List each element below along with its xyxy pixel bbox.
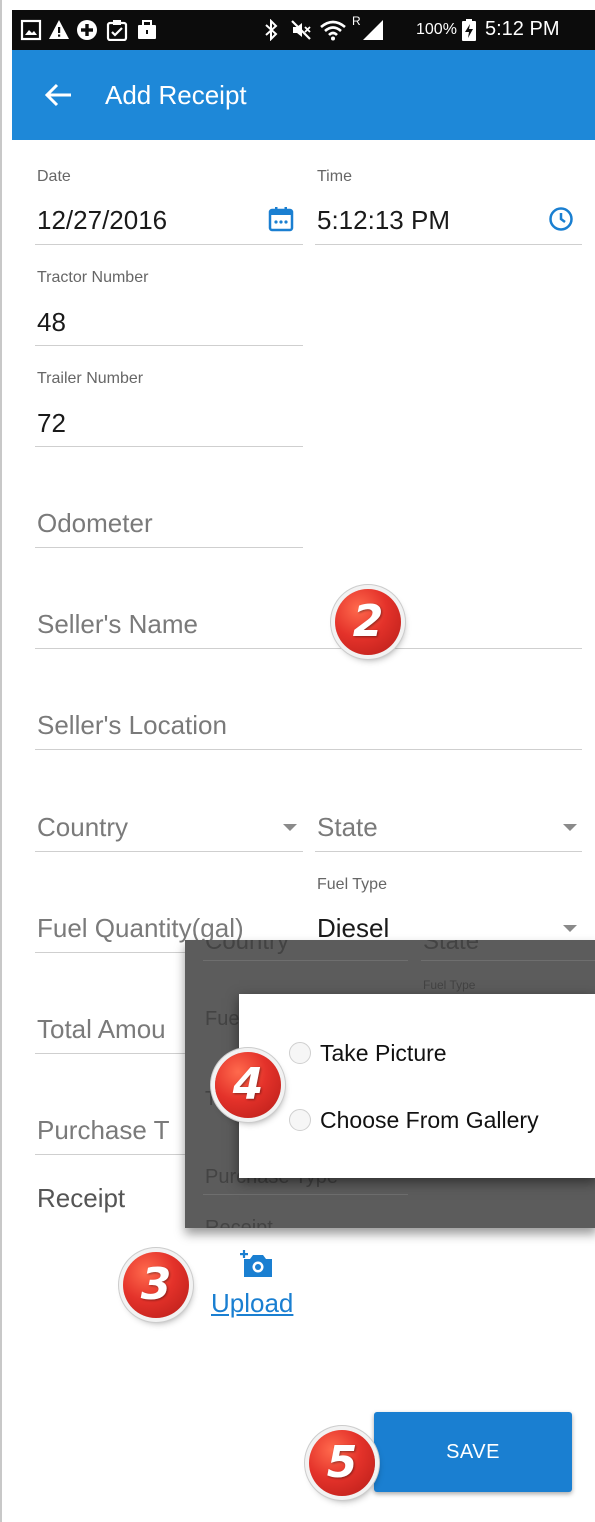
page-title: Add Receipt [105,80,247,110]
overlay-country-line [203,960,408,961]
signal-icon [363,20,383,40]
purchase-type-underline [35,1154,185,1155]
warning-icon [49,20,69,39]
bluetooth-icon [265,19,278,41]
fuel-type-label: Fuel Type [317,876,387,893]
time-field[interactable]: 5:12:13 PM [317,205,450,236]
annotation-badge-5: 5 [309,1430,375,1496]
state-underline [315,851,582,852]
overlay-fuel-text: Fue [205,1008,240,1030]
battery-charging-icon [462,19,476,41]
overlay-state-line [421,960,595,961]
state-select[interactable]: State [317,812,378,843]
country-underline [35,851,303,852]
app-screen: R 100% 5:12 PM Add Receipt Date 12/27/20… [0,0,595,1522]
overlay-fuel-type-text: Fuel Type [423,978,476,992]
time-label: Time [317,168,352,185]
mute-icon [291,20,311,40]
sellers-name-underline [35,648,582,649]
battery-percentage: 100% [416,21,457,38]
upload-link[interactable]: Upload [211,1288,293,1319]
country-dropdown-icon[interactable] [283,824,297,831]
wifi-icon [320,20,346,41]
choose-from-gallery-option[interactable]: Choose From Gallery [320,1107,539,1134]
tractor-number-underline [35,345,303,346]
choose-gallery-radio[interactable] [289,1109,311,1131]
annotation-badge-3: 3 [123,1252,189,1318]
receipt-label: Receipt [37,1183,126,1213]
status-time: 5:12 PM [485,18,560,40]
status-bar: R 100% 5:12 PM [12,10,595,50]
back-arrow-icon[interactable] [45,83,73,107]
overlay-state-text: State [423,940,480,955]
annotation-badge-4: 4 [215,1052,281,1118]
date-underline [35,244,303,245]
total-amount-underline [35,1053,185,1054]
overlay-purchase-line [203,1194,408,1195]
tractor-number-label: Tractor Number [37,269,149,286]
overlay-receipt-text: Receipt [205,1217,273,1228]
sellers-location-underline [35,749,582,750]
overlay-country-text: Country [205,940,290,955]
save-button[interactable]: SAVE [374,1412,572,1492]
purchase-type-select[interactable]: Purchase T [37,1115,169,1146]
image-icon [20,19,42,41]
trailer-number-label: Trailer Number [37,370,144,387]
take-picture-option[interactable]: Take Picture [320,1040,447,1067]
date-field[interactable]: 12/27/2016 [37,205,167,236]
sellers-location-input[interactable]: Seller's Location [37,710,227,741]
trailer-number-field[interactable]: 72 [37,408,66,439]
annotation-badge-2: 2 [335,589,401,655]
plus-circle-icon [77,20,97,40]
clock-icon[interactable] [548,206,574,232]
total-amount-input[interactable]: Total Amou [37,1014,166,1045]
tractor-number-field[interactable]: 48 [37,307,66,338]
take-picture-radio[interactable] [289,1042,311,1064]
briefcase-icon [138,20,156,39]
odometer-underline [35,547,303,548]
trailer-number-underline [35,446,303,447]
sellers-name-input[interactable]: Seller's Name [37,609,198,640]
time-underline [315,244,582,245]
roaming-indicator: R [352,14,361,28]
clipboard-icon [106,20,128,41]
calendar-icon[interactable] [268,206,294,232]
state-dropdown-icon[interactable] [563,824,577,831]
odometer-input[interactable]: Odometer [37,508,153,539]
country-select[interactable]: Country [37,812,128,843]
add-camera-icon[interactable] [240,1250,274,1278]
app-bar: Add Receipt [12,50,595,140]
date-label: Date [37,168,71,185]
fuel-type-dropdown-icon[interactable] [563,925,577,932]
image-source-dialog: Take Picture Choose From Gallery [239,994,595,1178]
